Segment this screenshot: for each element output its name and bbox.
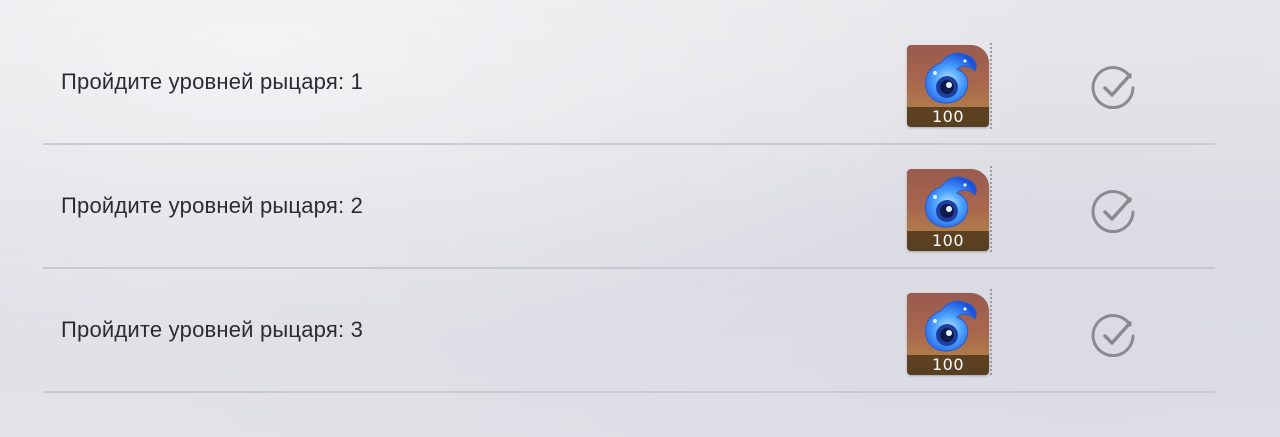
reward-divider-dots [990,166,992,252]
reward-count: 100 [907,355,989,375]
reward-count: 100 [907,231,989,251]
quest-row: Пройдите уровней рыцаря: 2 100 [43,145,1215,269]
reward-item[interactable]: 100 [907,293,989,375]
reward-divider-dots [990,289,992,375]
reward-count: 100 [907,107,989,127]
reward-divider-dots [990,43,992,129]
reward-item[interactable]: 100 [907,169,989,251]
check-circle-icon [1091,190,1135,233]
check-circle-icon [1091,314,1135,357]
blue-crystal-orb-icon [925,176,977,228]
reward-item[interactable]: 100 [907,45,989,127]
blue-crystal-orb-icon [925,52,977,104]
quest-title: Пройдите уровней рыцаря: 2 [61,193,364,218]
quest-row: Пройдите уровней рыцаря: 3 100 [43,269,1215,393]
check-circle-icon [1091,66,1135,109]
quest-title: Пройдите уровней рыцаря: 3 [61,317,364,342]
quest-title: Пройдите уровней рыцаря: 1 [61,69,364,94]
blue-crystal-orb-icon [925,300,977,352]
quest-row: Пройдите уровней рыцаря: 1 100 [43,21,1215,145]
quest-list: Пройдите уровней рыцаря: 1 100 Пройдите … [43,21,1215,393]
